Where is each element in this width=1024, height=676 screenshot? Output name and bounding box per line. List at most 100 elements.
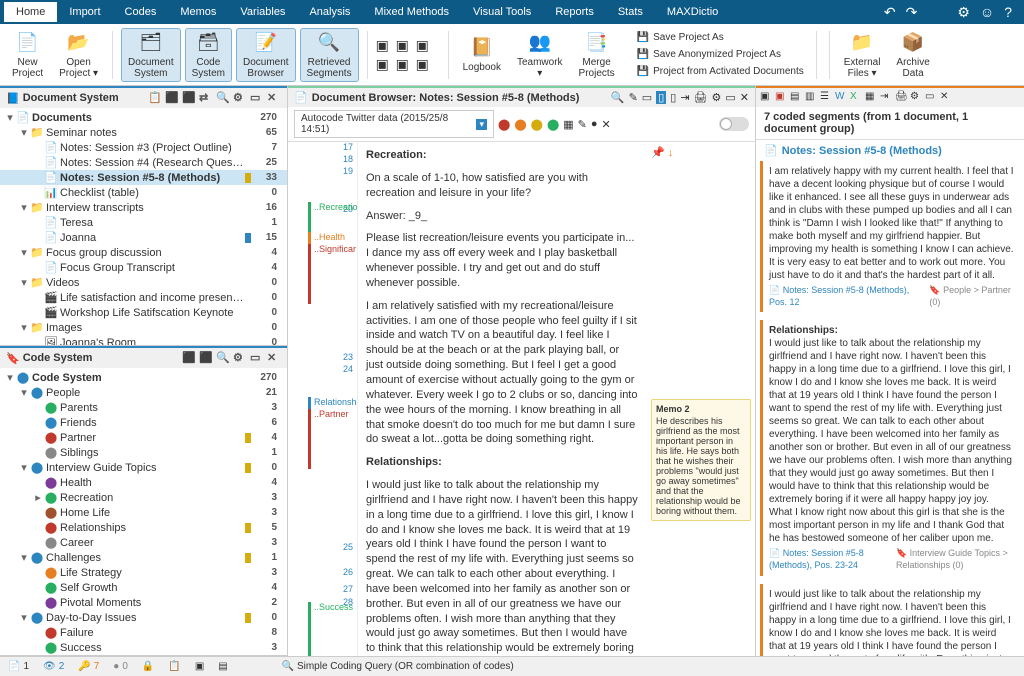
tool-icon[interactable]: ▯ — [656, 91, 666, 104]
tool-icon[interactable]: ⬛ — [182, 91, 196, 105]
tree-row[interactable]: ⬤Partner4 — [0, 430, 287, 445]
tree-row[interactable]: ⬤Self Growth4 — [0, 580, 287, 595]
tree-row[interactable]: ⬤Failure8 — [0, 625, 287, 640]
tool-icon[interactable]: ▦ — [563, 118, 573, 131]
tool-icon[interactable]: ⬛ — [199, 351, 213, 365]
segments-list[interactable]: I am relatively happy with my current he… — [756, 161, 1024, 656]
menu-tab-maxdictio[interactable]: MAXDictio — [655, 2, 730, 22]
help-icon[interactable]: ? — [1004, 4, 1012, 21]
close-icon[interactable]: ✕ — [740, 91, 749, 104]
tool-icon[interactable]: ⬤ — [498, 118, 510, 131]
document-tree[interactable]: ▾📄Documents270▾📁Seminar notes65📄Notes: S… — [0, 108, 287, 345]
tool-icon[interactable]: 🔍 — [216, 351, 230, 365]
memo-box[interactable]: Memo 2 He describes his girlfriend as th… — [651, 399, 751, 521]
ribbon-retrieved[interactable]: 🔍RetrievedSegments — [300, 28, 359, 82]
ribbon-document[interactable]: 📝DocumentBrowser — [236, 28, 296, 82]
tree-row[interactable]: 🎬Workshop Life Satifscation Keynote0 — [0, 305, 287, 320]
close-icon[interactable]: ✕ — [267, 351, 281, 365]
close-icon[interactable]: ✕ — [267, 91, 281, 105]
collapse-icon[interactable]: ▭ — [250, 351, 264, 365]
tool-icon[interactable]: ▣ — [775, 91, 788, 104]
tool-icon[interactable]: ▦ — [865, 91, 878, 104]
layout-icon[interactable]: ▣ — [376, 37, 394, 54]
menu-tab-codes[interactable]: Codes — [113, 2, 169, 22]
menu-tab-analysis[interactable]: Analysis — [297, 2, 362, 22]
tool-icon[interactable]: ✕ — [602, 118, 611, 131]
tool-icon[interactable]: ☰ — [820, 91, 833, 104]
search-icon[interactable]: 🔍 — [611, 91, 625, 104]
tool-icon[interactable]: ✎ — [629, 91, 638, 104]
collapse-icon[interactable]: ▭ — [725, 91, 735, 104]
memo-anchor-icon[interactable]: 📌 ↓ — [651, 146, 751, 159]
autocode-dropdown[interactable]: Autocode Twitter data (2015/25/8 14:51)▾ — [294, 110, 494, 138]
status-item[interactable]: 🔑7 — [78, 661, 99, 672]
tool-icon[interactable]: ⬤ — [514, 118, 526, 131]
tool-icon[interactable]: 🖨 — [694, 91, 708, 104]
menu-tab-stats[interactable]: Stats — [606, 2, 655, 22]
tree-row[interactable]: ▾📁Seminar notes65 — [0, 125, 287, 140]
layout-icon[interactable]: ▣ — [396, 37, 414, 54]
word-icon[interactable]: W — [835, 91, 848, 104]
ribbon-save-option[interactable]: 💾Save Anonymized Project As — [633, 47, 808, 62]
tree-row[interactable]: ⬤Parents3 — [0, 400, 287, 415]
menu-tab-visual tools[interactable]: Visual Tools — [461, 2, 543, 22]
tree-row[interactable]: ⬤Siblings1 — [0, 445, 287, 460]
status-item[interactable]: ●0 — [113, 661, 128, 672]
retrieved-segment[interactable]: I would just like to talk about the rela… — [760, 584, 1020, 656]
tool-icon[interactable]: ⇥ — [880, 91, 893, 104]
tree-row[interactable]: 📄Teresa1 — [0, 215, 287, 230]
status-item[interactable]: 👁2 — [43, 661, 64, 672]
tree-row[interactable]: ▸⬤Recreation3 — [0, 490, 287, 505]
layout-icon[interactable]: ▣ — [416, 56, 434, 73]
retrieved-segment[interactable]: I am relatively happy with my current he… — [760, 161, 1020, 312]
smile-icon[interactable]: ☺ — [980, 4, 994, 21]
tool-icon[interactable]: ⬛ — [182, 351, 196, 365]
tool-icon[interactable]: ⬤ — [531, 118, 543, 131]
menu-tab-memos[interactable]: Memos — [168, 2, 228, 22]
tree-row[interactable]: ⬤Pivotal Moments2 — [0, 595, 287, 610]
status-icon[interactable]: 📋 — [168, 661, 180, 672]
ribbon-document[interactable]: 🗂DocumentSystem — [121, 28, 181, 82]
ribbon-teamwork[interactable]: 👥Teamwork▾ — [511, 29, 569, 81]
status-icon[interactable]: ▤ — [218, 661, 227, 672]
tree-row[interactable]: 🖼Joanna's Room0 — [0, 335, 287, 345]
ribbon-archive[interactable]: 📦ArchiveData — [890, 29, 935, 81]
ribbon-open[interactable]: 📂OpenProject ▾ — [53, 29, 104, 81]
status-icon[interactable]: ▣ — [195, 661, 204, 672]
tree-row[interactable]: ▾⬤Challenges1 — [0, 550, 287, 565]
tool-icon[interactable]: ▥ — [805, 91, 818, 104]
tree-row[interactable]: ⬤Success3 — [0, 640, 287, 655]
tree-row[interactable]: ⬤Life Strategy3 — [0, 565, 287, 580]
tool-icon[interactable]: 📋 — [148, 91, 162, 105]
tool-icon[interactable]: ▭ — [642, 91, 652, 104]
ribbon-external[interactable]: 📁ExternalFiles ▾ — [838, 29, 887, 81]
menu-tab-import[interactable]: Import — [57, 2, 112, 22]
tool-icon[interactable]: ⇄ — [199, 91, 213, 105]
tree-row[interactable]: ⬤Health4 — [0, 475, 287, 490]
redo-icon[interactable]: ↷ — [906, 4, 918, 21]
code-tree[interactable]: ▾⬤Code System270▾⬤People21⬤Parents3⬤Frie… — [0, 368, 287, 655]
layout-icon[interactable]: ▣ — [396, 56, 414, 73]
tree-row[interactable]: 📄Focus Group Transcript4 — [0, 260, 287, 275]
tree-row[interactable]: ▾⬤Day-to-Day Issues0 — [0, 610, 287, 625]
tool-icon[interactable]: 🖨 — [895, 91, 908, 104]
tool-icon[interactable]: ● — [591, 118, 598, 130]
tree-row[interactable]: ⬤Home Life3 — [0, 505, 287, 520]
tree-row[interactable]: ▾📁Videos0 — [0, 275, 287, 290]
settings-icon[interactable]: ⚙ — [957, 4, 970, 21]
ribbon-code[interactable]: 🗃CodeSystem — [185, 28, 232, 82]
tool-icon[interactable]: 🔍 — [216, 91, 230, 105]
ribbon-save-option[interactable]: 💾Save Project As — [633, 30, 808, 45]
menu-tab-home[interactable]: Home — [4, 2, 57, 22]
layout-icon[interactable]: ▣ — [416, 37, 434, 54]
tool-icon[interactable]: ▯ — [670, 91, 676, 104]
tool-icon[interactable]: ⬤ — [547, 118, 559, 131]
ribbon-new[interactable]: 📄NewProject — [6, 29, 49, 81]
tree-row[interactable]: ▾📄Documents270 — [0, 110, 287, 125]
settings-icon[interactable]: ⚙ — [712, 91, 722, 104]
tree-row[interactable]: ▾⬤Code System270 — [0, 370, 287, 385]
settings-icon[interactable]: ⚙ — [233, 91, 247, 105]
tree-row[interactable]: ▾⬤Interview Guide Topics0 — [0, 460, 287, 475]
toggle-switch[interactable] — [719, 117, 749, 131]
tool-icon[interactable]: ✎ — [578, 118, 587, 131]
